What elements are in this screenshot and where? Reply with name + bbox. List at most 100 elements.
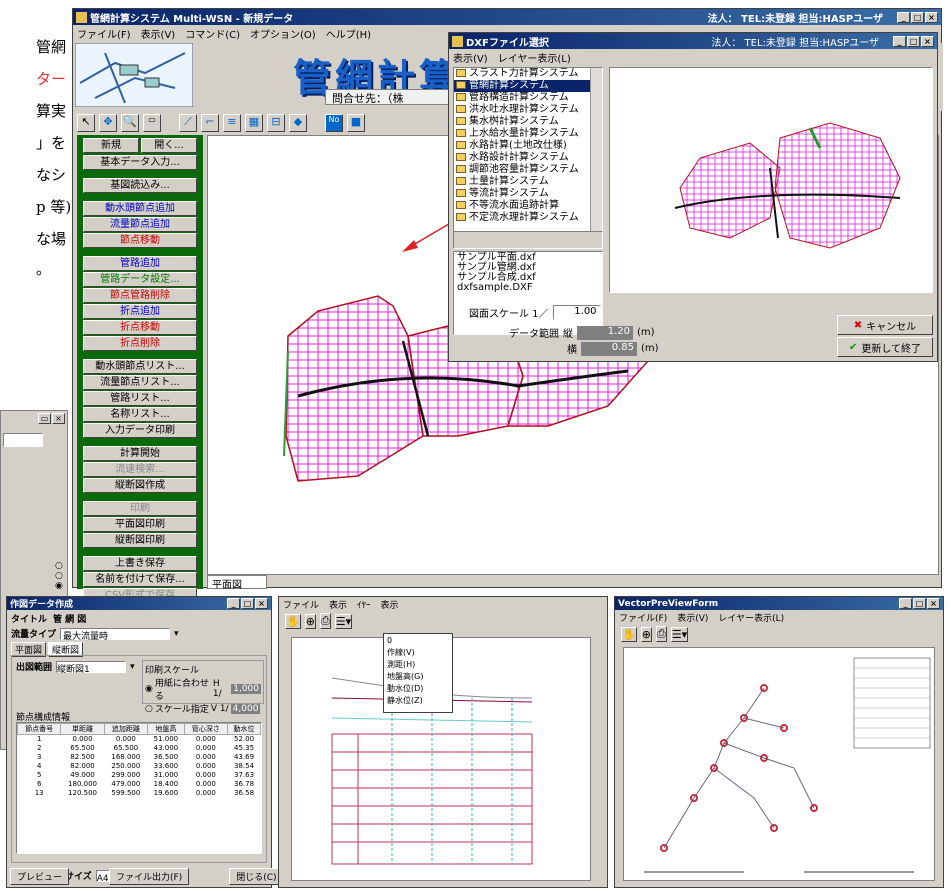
close-icon[interactable]: ×	[921, 35, 934, 47]
vector-menu-view[interactable]: 表示(V)	[677, 611, 708, 624]
output-range-select[interactable]: 縦断図1	[56, 660, 127, 675]
node-table[interactable]: 節点番号 単距離 追加距離 地盤高 管心深さ 動水位 1 0.000 0.000 51.000 0.…	[16, 722, 262, 854]
folder-item[interactable]: 等流計算システム	[454, 188, 602, 200]
pan-icon[interactable]: ✥	[99, 114, 117, 132]
close-button[interactable]: 閉じる(C)	[229, 868, 284, 885]
file-item[interactable]: dxfsample.DXF	[457, 283, 599, 293]
table-row[interactable]: 13 120.500 599.500 19.600 0.000 36.58	[18, 789, 261, 798]
delete-node-pipe-button[interactable]: 節点管路削除	[83, 288, 197, 303]
basic-data-button[interactable]: 基本データ入力...	[83, 155, 197, 170]
print-input-button[interactable]: 入力データ印刷	[83, 423, 197, 438]
update-finish-button[interactable]: ✔ 更新して終了	[837, 337, 933, 357]
pan-icon[interactable]: ✋	[285, 613, 301, 629]
layer-dropdown-icon[interactable]: ☰▾	[670, 626, 689, 642]
add-pipe-button[interactable]: 管路追加	[83, 256, 197, 271]
table-row[interactable]: 3 82.500 168.000 36.500 0.000 43.69	[18, 753, 261, 762]
maximize-icon[interactable]: □	[911, 11, 924, 23]
zoom-icon[interactable]: 🔍	[121, 114, 139, 132]
folder-item[interactable]: 上水給水量計算システム	[454, 128, 602, 140]
table-row[interactable]: 1 0.000 0.000 51.000 0.000 52.00	[18, 735, 261, 745]
menu-help[interactable]: ヘルプ(H)	[326, 26, 371, 41]
name-list-button[interactable]: 名称リスト...	[83, 407, 197, 422]
radio-fit[interactable]: ◉	[145, 684, 153, 694]
minimize-icon[interactable]: _	[897, 11, 910, 23]
file-list[interactable]: サンプル平面.dxf サンプル管網.dxf サンプル合成.dxf dxfsamp…	[453, 251, 603, 335]
diamond-icon[interactable]: ◆	[289, 114, 307, 132]
restore-icon[interactable]: ▭	[38, 413, 51, 424]
print-icon[interactable]: ⎙	[319, 613, 331, 629]
vector-menu-layer[interactable]: レイヤー表示(L)	[718, 611, 784, 624]
profile-menu-file[interactable]: ファイル	[283, 598, 319, 611]
fit-icon[interactable]: ▭	[143, 114, 161, 132]
table-row[interactable]: 6 180.000 479.000 18.400 0.000 36.78	[18, 780, 261, 789]
move-bend-button[interactable]: 折点移動	[83, 320, 197, 335]
folder-item[interactable]: スラスト力計算システム	[454, 68, 602, 80]
maximize-icon[interactable]: □	[241, 598, 254, 609]
dxf-menu-layer[interactable]: レイヤー表示(L)	[498, 50, 571, 65]
maximize-icon[interactable]: □	[913, 598, 926, 609]
delete-bend-button[interactable]: 折点削除	[83, 336, 197, 351]
print-plan-button[interactable]: 平面図印刷	[83, 517, 197, 532]
folder-hscroll[interactable]	[453, 231, 603, 249]
profile-menu-show[interactable]: 表示	[381, 598, 399, 611]
close-icon[interactable]: ×	[927, 598, 940, 609]
zoom-icon[interactable]: ⊕	[304, 613, 316, 629]
folder-item[interactable]: 洪水吐水理計算システム	[454, 104, 602, 116]
close-icon[interactable]: ×	[255, 598, 268, 609]
folder-item[interactable]: 集水桝計算システム	[454, 116, 602, 128]
move-node-button[interactable]: 節点移動	[83, 233, 197, 248]
table-row[interactable]: 4 82.000 250.000 33.600 0.000 38.54	[18, 762, 261, 771]
save-as-button[interactable]: 名前を付けて保存...	[83, 572, 197, 587]
radio-scale[interactable]: ○	[145, 704, 153, 714]
maximize-icon[interactable]: □	[907, 35, 920, 47]
menu-option[interactable]: オプション(O)	[250, 26, 316, 41]
profile-create-button[interactable]: 縦断図作成	[83, 478, 197, 493]
calc-start-button[interactable]: 計算開始	[83, 446, 197, 461]
add-bend-button[interactable]: 折点追加	[83, 304, 197, 319]
add-head-node-button[interactable]: 動水頭節点追加	[83, 201, 197, 216]
square-icon[interactable]: ■	[347, 114, 365, 132]
dropdown-item[interactable]: 0	[387, 635, 449, 647]
print-icon[interactable]: ⎙	[655, 626, 667, 642]
profile-menu-view[interactable]: 表示	[329, 598, 347, 611]
print-profile-button[interactable]: 縦断図印刷	[83, 533, 197, 548]
menu-command[interactable]: コマンド(C)	[185, 26, 240, 41]
grid-icon[interactable]: ▦	[245, 114, 263, 132]
pan-icon[interactable]: ✋	[621, 626, 637, 642]
dropdown-item[interactable]: 作線(V)	[387, 647, 449, 659]
menu-view[interactable]: 表示(V)	[141, 26, 176, 41]
minimize-icon[interactable]: _	[893, 35, 906, 47]
vector-menu-file[interactable]: ファイル(F)	[619, 611, 667, 624]
folder-item[interactable]: 水路設計計算システム	[454, 152, 602, 164]
preview-button[interactable]: プレビュー	[10, 868, 70, 885]
pipe-data-button[interactable]: 管路データ設定...	[83, 272, 197, 287]
chevron-down-icon[interactable]: ▾	[174, 629, 179, 639]
cancel-button[interactable]: ✖ キャンセル	[837, 315, 933, 335]
profile-menu-layer[interactable]: ｲﾔｰ	[357, 598, 371, 611]
dropdown-item[interactable]: 静水位(Z)	[387, 695, 449, 707]
menu-file[interactable]: ファイル(F)	[77, 26, 131, 41]
layer-dropdown-icon[interactable]: ☰▾	[334, 613, 353, 629]
pipe-list-button[interactable]: 管路リスト...	[83, 391, 197, 406]
folder-item[interactable]: 管網計算システム	[454, 80, 602, 92]
folder-item[interactable]: 土量計算システム	[454, 176, 602, 188]
add-flow-node-button[interactable]: 流量節点追加	[83, 217, 197, 232]
folder-item[interactable]: 水路計算(土地改仕様)	[454, 140, 602, 152]
folder-item[interactable]: 調節池容量計算システム	[454, 164, 602, 176]
folder-tree[interactable]: スラスト力計算システム 管網計算システム 管路構造計算システム 洪水吐水理計算システム…	[453, 67, 603, 245]
dropdown-item[interactable]: 動水位(D)	[387, 683, 449, 695]
file-output-button[interactable]: ファイル出力(F)	[109, 868, 190, 885]
number-icon[interactable]: No	[325, 114, 343, 132]
tab-plan[interactable]: 平面図	[207, 575, 267, 591]
table-row[interactable]: 5 49.000 299.000 31.000 0.000 37.63	[18, 771, 261, 780]
flow-type-select[interactable]: 最大流量時	[60, 627, 171, 642]
zoom-icon[interactable]: ⊕	[640, 626, 652, 642]
table-icon[interactable]: ⊟	[267, 114, 285, 132]
chevron-down-icon[interactable]: ▾	[130, 662, 135, 672]
velocity-search-button[interactable]: 流速検索...	[83, 462, 197, 477]
title-field-value[interactable]: 管 網 図	[53, 612, 86, 625]
dxf-menu-view[interactable]: 表示(V)	[453, 50, 488, 65]
minimize-icon[interactable]: _	[227, 598, 240, 609]
dropdown-item[interactable]: 測距(H)	[387, 659, 449, 671]
close-icon[interactable]: ×	[925, 11, 938, 23]
